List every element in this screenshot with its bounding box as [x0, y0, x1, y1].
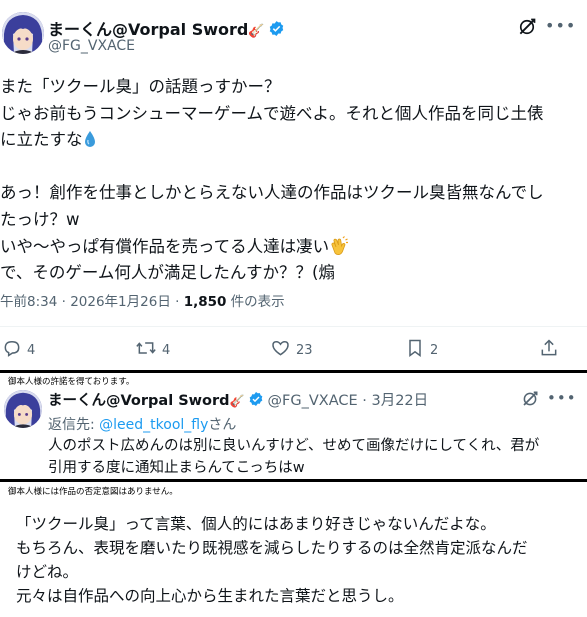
retweet-button[interactable]: 4: [135, 338, 170, 362]
tweet-line-with-emoji: いや〜やっぱ有償作品を売ってる人達は凄い: [0, 234, 580, 261]
grok-icon[interactable]: [517, 17, 537, 41]
tweet-line: じゃお前もうコンシューマーゲームで遊べよ。それと個人作品を同じ土俵: [0, 103, 544, 123]
verified-badge-icon[interactable]: [268, 20, 285, 41]
timestamp[interactable]: 午前8:34 · 2026年1月26日 ·: [0, 294, 184, 310]
reply-to-link[interactable]: @leed_tkool_fly: [99, 417, 208, 433]
bookmark-icon: [405, 338, 430, 362]
quote-panel: 御本人様には作品の否定意図はありません。 「ツクール臭」って言葉、個人的にはあま…: [0, 482, 587, 617]
reply-line: 引用する度に通知止まらんてこっちはw: [48, 460, 305, 476]
reply-text: 人のポスト広めんのは別に良いんすけど、せめて画像だけにしてくれ、君が 引用する度…: [48, 435, 539, 479]
share-icon: [539, 338, 564, 362]
like-count: 23: [296, 342, 313, 358]
retweet-count: 4: [162, 342, 171, 358]
tweet-line-text: に立たすな: [0, 130, 83, 150]
views-count: 1,850: [183, 294, 227, 310]
guitar-emoji: 🎸: [248, 24, 265, 39]
grok-icon[interactable]: [521, 390, 539, 412]
more-icon[interactable]: •••: [547, 389, 577, 407]
display-name[interactable]: まーくん@Vorpal Sword: [48, 393, 230, 409]
avatar[interactable]: [4, 390, 42, 428]
avatar[interactable]: [2, 12, 44, 54]
divider: [0, 326, 587, 327]
quote-line: 「ツクール臭」って言葉、個人的にはあまり好きじゃないんだよな。: [16, 515, 496, 533]
handle-date[interactable]: @FG_VXACE · 3月22日: [268, 393, 429, 409]
bookmark-button[interactable]: 2: [405, 338, 438, 362]
reply-icon: [2, 338, 27, 362]
tweet-meta: 午前8:34 · 2026年1月26日 · 1,850 件の表示: [0, 290, 285, 310]
reply-header: まーくん@Vorpal Sword🎸 @FG_VXACE · 3月22日: [48, 389, 428, 411]
quote-line: けどね。: [16, 563, 79, 581]
tweet-line: で、そのゲーム何人が満足したんすか？？(煽: [0, 263, 335, 283]
reply-to: 返信先: @leed_tkool_flyさん: [48, 414, 236, 434]
more-icon[interactable]: •••: [545, 16, 576, 35]
handle[interactable]: @FG_VXACE: [48, 38, 135, 54]
views-label: 件の表示: [226, 294, 285, 310]
tweet-line: あっ！創作を仕事としかとらえない人達の作品はツクール臭皆無なんでし: [0, 183, 544, 203]
reply-button[interactable]: 4: [2, 338, 35, 362]
reply-to-suffix: さん: [208, 417, 237, 433]
quote-text: 「ツクール臭」って言葉、個人的にはあまり好きじゃないんだよな。 もちろん、表現を…: [16, 512, 528, 608]
share-button[interactable]: [539, 338, 564, 362]
quote-line: 元々は自作品への向上心から生まれた言葉だと思うし。: [16, 587, 404, 605]
action-bar: 4 4 23 2: [0, 338, 587, 364]
reply-tweet: 御本人様の許諾を得ております。 まーくん@Vorpal Sword🎸 @FG_VX…: [0, 373, 587, 479]
retweet-icon: [135, 338, 162, 362]
tweet-line: また「ツクール臭」の話題っすかー？: [0, 77, 281, 96]
guitar-emoji: 🎸: [229, 394, 245, 408]
tweet-line-text: いや〜やっぱ有償作品を売ってる人達は凄い: [0, 236, 330, 256]
quote-line: もちろん、表現を磨いたり既視感を減らしたりするのは全然肯定派なんだ: [16, 539, 528, 557]
bookmark-count: 2: [430, 342, 439, 358]
like-button[interactable]: 23: [270, 338, 313, 362]
tweet-text: また「ツクール臭」の話題っすかー？ じゃお前もうコンシューマーゲームで遊べよ。そ…: [0, 74, 580, 287]
permission-note: 御本人様の許諾を得ております。: [8, 377, 135, 387]
tweet-line-with-emoji: に立たすな: [0, 127, 580, 154]
display-name-text: まーくん@Vorpal Sword: [48, 20, 249, 39]
reply-to-prefix: 返信先:: [48, 417, 100, 433]
droplet-emoji: [83, 130, 97, 157]
reply-line: 人のポスト広めんのは別に良いんすけど、せめて画像だけにしてくれ、君が: [48, 438, 540, 454]
tweet-line: たっけ？w: [0, 209, 80, 229]
main-tweet: まーくん@Vorpal Sword🎸 @FG_VXACE ••• また「ツクール…: [0, 0, 587, 370]
like-icon: [270, 338, 296, 362]
verified-badge-icon[interactable]: [248, 391, 264, 411]
intent-note: 御本人様には作品の否定意図はありません。: [8, 487, 178, 497]
reply-count: 4: [27, 342, 36, 358]
